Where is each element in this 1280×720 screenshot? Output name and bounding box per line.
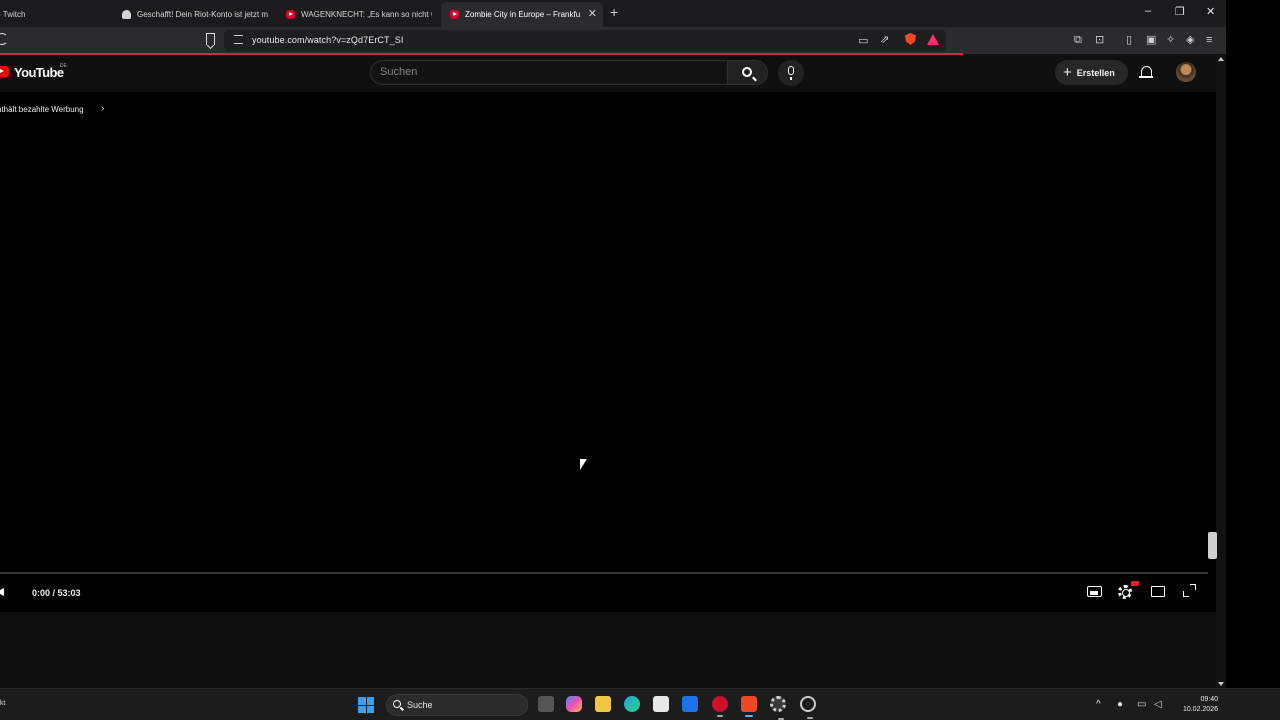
tab-strip: - Twitch Geschafft! Dein Riot-Konto ist … <box>0 0 1226 27</box>
scroll-thumb[interactable] <box>1208 532 1217 559</box>
avatar[interactable] <box>1176 62 1196 82</box>
plus-icon: + <box>1063 63 1072 81</box>
riot-icon <box>122 9 131 19</box>
scroll-up-icon[interactable] <box>1218 57 1224 61</box>
minimize-button[interactable]: – <box>1145 5 1151 17</box>
search-icon <box>393 700 401 708</box>
scroll-down-icon[interactable] <box>1218 682 1224 686</box>
close-tab-icon[interactable]: ✕ <box>588 7 597 20</box>
theater-mode-icon[interactable] <box>1151 586 1165 597</box>
store-icon[interactable] <box>653 696 669 712</box>
clock-date: 10.02.2026 <box>1182 706 1218 713</box>
fullscreen-icon[interactable] <box>1183 584 1196 597</box>
menu-icon[interactable]: ≡ <box>1206 34 1212 46</box>
snipping-tool-icon[interactable] <box>800 696 816 719</box>
tab-twitch[interactable]: - Twitch <box>0 3 98 25</box>
player-controls: 0:00 / 53:03 <box>0 574 1216 612</box>
settings-app-icon[interactable] <box>770 696 786 720</box>
taskbar-search-label: Suche <box>407 700 433 710</box>
clock[interactable]: 09:40 10.02.2026 <box>1174 695 1218 715</box>
tab-riot[interactable]: Geschafft! Dein Riot-Konto ist jetzt m <box>122 3 270 25</box>
tab-title: - Twitch <box>0 9 26 19</box>
task-view-icon[interactable] <box>538 696 554 712</box>
wallet-icon[interactable]: ▣ <box>1146 34 1156 46</box>
screenshot-icon[interactable]: ⊡ <box>1095 34 1104 46</box>
mail-icon[interactable] <box>682 696 698 712</box>
desktop-edge <box>1226 0 1280 688</box>
subtitles-icon[interactable] <box>1087 586 1102 597</box>
sidebar-icon[interactable]: ▯ <box>1126 34 1132 46</box>
tray-overflow-icon[interactable]: ^ <box>1096 699 1101 710</box>
youtube-header: YouTube DE Suchen + Erstellen <box>0 55 1216 92</box>
microphone-tray-icon[interactable]: ● <box>1117 699 1123 710</box>
time-display: 0:00 / 53:03 <box>32 588 81 598</box>
youtube-icon <box>450 10 459 19</box>
microphone-icon <box>788 66 794 80</box>
tab-zombie-city[interactable]: Zombie City in Europe – Frankfu ✕ <box>441 2 603 27</box>
paid-promotion-label[interactable]: nthält bezahlte Werbung <box>0 105 84 114</box>
search-icon <box>742 67 752 77</box>
taskbar: kt Suche ^ ● ▭ ◁ 09:40 10.02.2026 <box>0 688 1280 720</box>
create-button[interactable]: + Erstellen <box>1055 60 1128 85</box>
windows-start-icon[interactable] <box>358 697 374 713</box>
share-icon[interactable]: ⇗ <box>880 34 889 46</box>
speaker-icon[interactable]: ◁ <box>1154 699 1162 710</box>
voice-search-button[interactable] <box>778 60 804 86</box>
taskbar-search[interactable]: Suche <box>386 694 528 716</box>
close-window-button[interactable]: ✕ <box>1206 5 1215 18</box>
edge-icon[interactable] <box>624 696 640 712</box>
screen: - Twitch Geschafft! Dein Riot-Konto ist … <box>0 0 1280 720</box>
taskbar-left-text: kt <box>0 700 6 707</box>
site-settings-icon[interactable] <box>234 35 243 44</box>
settings-icon[interactable] <box>1118 585 1132 599</box>
search-input[interactable] <box>370 60 727 85</box>
riot-client-icon[interactable] <box>712 696 728 717</box>
tab-wagenknecht[interactable]: WAGENKNECHT: „Es kann so nicht w <box>286 3 432 25</box>
tab-title: WAGENKNECHT: „Es kann so nicht w <box>301 9 432 19</box>
bookmark-icon[interactable] <box>206 33 215 45</box>
network-icon[interactable]: ▭ <box>1137 699 1146 710</box>
brave-rewards-icon[interactable] <box>927 34 939 45</box>
hd-badge <box>1131 581 1139 586</box>
browser-window: - Twitch Geschafft! Dein Riot-Konto ist … <box>0 0 1226 688</box>
copilot-icon[interactable] <box>566 696 582 712</box>
volume-icon[interactable] <box>0 588 4 596</box>
country-code: DE <box>60 63 67 69</box>
extensions-icon[interactable]: ⧉ <box>1074 34 1082 46</box>
create-label: Erstellen <box>1076 67 1115 78</box>
chevron-right-icon[interactable]: › <box>101 103 104 114</box>
tab-title: Zombie City in Europe – Frankfu <box>465 10 581 19</box>
page-scrollbar[interactable] <box>1208 55 1226 688</box>
cast-icon[interactable]: ▭ <box>858 35 868 47</box>
brave-browser-icon[interactable] <box>741 696 757 717</box>
mouse-cursor-icon <box>580 459 587 470</box>
file-explorer-icon[interactable] <box>595 696 611 712</box>
tab-title: Geschafft! Dein Riot-Konto ist jetzt m <box>137 9 269 19</box>
search-placeholder: Suchen <box>380 66 418 78</box>
youtube-icon <box>286 9 295 19</box>
browser-toolbar: youtube.com/watch?v=zQd7ErCT_SI ▭ ⇗ ⧉ ⊡ … <box>0 27 1226 54</box>
vpn-icon[interactable]: ◈ <box>1186 34 1194 46</box>
search-button[interactable] <box>727 60 768 85</box>
below-player-area <box>0 612 1216 688</box>
clock-time: 09:40 <box>1200 696 1218 703</box>
url-text[interactable]: youtube.com/watch?v=zQd7ErCT_SI <box>252 35 403 45</box>
reload-icon[interactable] <box>0 33 8 45</box>
restore-button[interactable]: ❐ <box>1175 5 1185 18</box>
leo-ai-icon[interactable]: ✧ <box>1166 34 1175 46</box>
notifications-icon[interactable] <box>1139 66 1153 78</box>
youtube-logo-text[interactable]: YouTube <box>14 65 64 80</box>
new-tab-button[interactable]: + <box>610 4 618 20</box>
video-player[interactable]: nthält bezahlte Werbung › 0:00 / 53:03 <box>0 92 1216 612</box>
youtube-logo-icon[interactable] <box>0 66 9 77</box>
